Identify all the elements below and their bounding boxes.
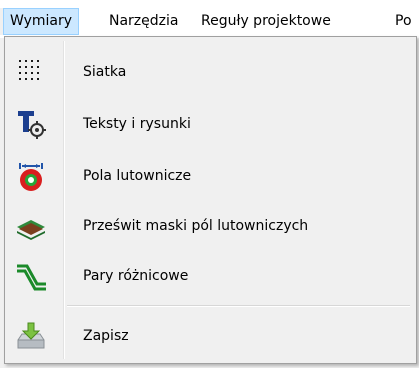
menu-item-pary-roznicowe[interactable]: Pary różnicowe — [7, 253, 414, 299]
menu-item-label: Teksty i rysunki — [83, 116, 191, 132]
menu-item-siatka[interactable]: Siatka — [7, 49, 414, 95]
menu-item-label: Siatka — [83, 64, 127, 80]
grid-dots-icon — [15, 56, 47, 88]
screen: Wymiary Narzędzia Reguły projektowe Po S… — [0, 0, 419, 368]
diff-pair-icon — [15, 260, 47, 292]
menu-item-label: Zapisz — [83, 328, 129, 344]
menu-item-label: Prześwit maski pól lutowniczych — [83, 218, 309, 234]
menu-wymiary[interactable]: Wymiary — [3, 8, 80, 35]
menu-separator — [67, 305, 410, 307]
menu-item-label: Pola lutownicze — [83, 168, 192, 184]
menu-item-teksty-i-rysunki[interactable]: Teksty i rysunki — [7, 101, 414, 147]
mask-layers-icon — [15, 210, 47, 242]
menu-item-zapisz[interactable]: Zapisz — [7, 313, 414, 359]
wymiary-dropdown: Siatka Teksty i rysunki Pola lutownicze … — [4, 36, 417, 364]
save-tray-icon — [15, 320, 47, 352]
solder-pad-icon — [15, 160, 47, 192]
menu-item-przeswit-maski[interactable]: Prześwit maski pól lutowniczych — [7, 203, 414, 249]
menu-narzedzia[interactable]: Narzędzia — [103, 8, 184, 35]
text-gear-icon — [15, 108, 47, 140]
menu-item-label: Pary różnicowe — [83, 268, 189, 284]
menubar: Wymiary Narzędzia Reguły projektowe Po — [0, 0, 419, 39]
menu-reguly-projektowe[interactable]: Reguły projektowe — [195, 8, 337, 35]
menu-item-pola-lutownicze[interactable]: Pola lutownicze — [7, 153, 414, 199]
menu-po[interactable]: Po — [389, 8, 418, 35]
